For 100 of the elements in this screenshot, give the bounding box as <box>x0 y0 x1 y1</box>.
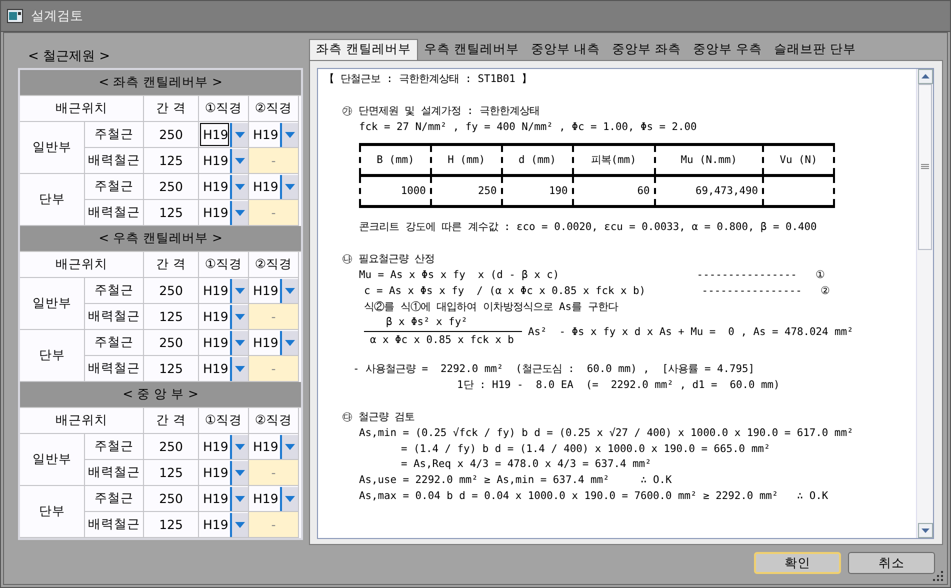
table-cell: 단부 <box>20 174 85 226</box>
dropdown-button[interactable] <box>230 148 248 172</box>
grip-icon <box>921 164 929 170</box>
dropdown-button[interactable] <box>280 278 298 302</box>
column-header: 간 격 <box>144 252 199 278</box>
dropdown-arrow-icon <box>235 366 245 372</box>
scroll-down-icon[interactable] <box>918 523 932 538</box>
table-cell: 배력철근 <box>85 512 144 538</box>
dropdown-button[interactable] <box>230 278 248 302</box>
section-header: < 좌측 캔틸레버부 > <box>20 70 301 96</box>
table-cell: 배력철근 <box>85 460 144 486</box>
disabled-cell: - <box>249 460 299 486</box>
vertical-scrollbar[interactable] <box>916 69 933 538</box>
table-cell: 125 <box>144 200 199 226</box>
scroll-up-icon[interactable] <box>918 69 932 84</box>
dropdown-button[interactable] <box>230 200 248 224</box>
table-cell: 125 <box>144 460 199 486</box>
report-line: ㉯ 필요철근량 산정 <box>342 253 435 266</box>
dialog-button[interactable]: 취소 <box>848 552 935 574</box>
dropdown-arrow-icon <box>285 288 295 294</box>
resize-grip-icon[interactable] <box>933 571 943 581</box>
disabled-cell: - <box>249 512 299 538</box>
table-cell: 250 <box>144 434 199 460</box>
report-line: fck = 27 N/mm² , fy = 400 N/mm² , Φc = 1.00, Φs = 2.00 <box>359 120 697 133</box>
dropdown-button[interactable] <box>230 486 248 510</box>
dropdown-arrow-icon <box>235 470 245 476</box>
column-header: ②직경 <box>249 96 299 122</box>
disabled-cell: - <box>249 200 299 226</box>
dropdown-button[interactable] <box>280 174 298 198</box>
tab[interactable]: 중앙부 좌측 <box>606 40 687 60</box>
dropdown-arrow-icon <box>235 158 245 164</box>
table-header-cell: B (mm) <box>360 144 431 176</box>
table-cell: 주철근 <box>85 278 144 304</box>
column-header: ②직경 <box>249 252 299 278</box>
fraction-denominator: α x Φc x 0.85 x fck x b <box>369 333 515 348</box>
dropdown-button[interactable] <box>280 486 298 510</box>
dropdown-button[interactable] <box>230 122 248 146</box>
dropdown-button[interactable] <box>230 330 248 354</box>
report-line: ㉮ 단면제원 및 설계가정 : 극한한계상태 <box>342 104 540 117</box>
column-header: 배근위치 <box>20 408 144 434</box>
column-header: ①직경 <box>199 96 249 122</box>
table-cell: 단부 <box>20 330 85 382</box>
table-cell: 주철근 <box>85 330 144 356</box>
dropdown-button[interactable] <box>280 122 298 146</box>
table-header-cell: H (mm) <box>430 144 502 176</box>
dropdown-arrow-icon <box>235 522 245 528</box>
column-header: ②직경 <box>249 408 299 434</box>
dropdown-arrow-icon <box>285 184 295 190</box>
column-header: ①직경 <box>199 408 249 434</box>
scroll-thumb[interactable] <box>918 84 932 250</box>
table-cell: 배력철근 <box>85 356 144 382</box>
dropdown-button[interactable] <box>230 304 248 328</box>
table-cell: 250 <box>144 486 199 512</box>
tab[interactable]: 슬래브판 단부 <box>768 40 862 60</box>
dropdown-arrow-icon <box>235 314 245 320</box>
table-cell: 250 <box>144 174 199 200</box>
table-cell: 60 <box>572 176 655 207</box>
dropdown-arrow-icon <box>285 444 295 450</box>
table-cell: 단부 <box>20 486 85 538</box>
column-header: 배근위치 <box>20 252 144 278</box>
dropdown-button[interactable] <box>230 174 248 198</box>
table-cell: 1000 <box>360 176 431 207</box>
table-header-cell: 피복(mm) <box>572 144 655 176</box>
column-header: 배근위치 <box>20 96 144 122</box>
dropdown-button[interactable] <box>280 434 298 458</box>
dropdown-button[interactable] <box>280 330 298 354</box>
fraction-numerator: β x Φs² x fy² <box>385 315 468 330</box>
table-cell: 250 <box>430 176 502 207</box>
table-cell: 일반부 <box>20 434 85 486</box>
dropdown-button[interactable] <box>230 512 248 536</box>
section-header: < 중 앙 부 > <box>20 382 301 408</box>
disabled-cell: - <box>249 148 299 174</box>
table-cell: 190 <box>502 176 573 207</box>
dropdown-arrow-icon <box>235 444 245 450</box>
table-cell: 배력철근 <box>85 148 144 174</box>
dialog-button[interactable]: 확인 <box>754 552 841 574</box>
equation-text: As² - Φs x fy x d x As + Mu = 0 , As = 478.024 mm² <box>527 326 854 338</box>
report-line: As,min = (0.25 √fck / fy) b d = (0.25 x √27 / 400) x 1000.0 x 190.0 = 617.0 mm² <box>359 426 854 439</box>
dropdown-arrow-icon <box>285 340 295 346</box>
window-app-icon <box>7 9 23 23</box>
report-line: - 사용철근량 = 2292.0 mm² (철근도심 : 60.0 mm) , [사용률 = 4.795] <box>353 363 755 376</box>
tab[interactable]: 좌측 캔틸레버부 <box>309 39 418 60</box>
report-line: As,max = 0.04 b d = 0.04 x 1000.0 x 190.0 = 7600.0 mm² ≥ 2292.0 mm² ∴ O.K <box>359 490 828 502</box>
table-cell: 주철근 <box>85 122 144 148</box>
dropdown-arrow-icon <box>235 288 245 294</box>
table-cell: 250 <box>144 330 199 356</box>
report-line: 식②를 식①에 대입하여 이차방정식으로 As를 구한다 <box>364 300 618 313</box>
dropdown-button[interactable] <box>230 460 248 484</box>
tab[interactable]: 중앙부 우측 <box>686 40 768 60</box>
window-title: 설계검토 <box>31 8 83 25</box>
tab[interactable]: 중앙부 내측 <box>524 40 606 60</box>
table-cell: 일반부 <box>20 278 85 330</box>
dropdown-button[interactable] <box>230 356 248 380</box>
dropdown-button[interactable] <box>230 434 248 458</box>
table-cell: 배력철근 <box>85 200 144 226</box>
report-line: 1단 : H19 - 8.0 EA (= 2292.0 mm² , d1 = 60.0 mm) <box>457 379 780 392</box>
report-line: 콘크리트 강도에 따른 계수값 : εco = 0.0020, εcu = 0.0033, α = 0.800, β = 0.400 <box>359 221 817 234</box>
table-cell: 주철근 <box>85 486 144 512</box>
tab[interactable]: 우측 캔틸레버부 <box>418 40 525 60</box>
panel-label: < 철근제원 > <box>27 48 112 66</box>
